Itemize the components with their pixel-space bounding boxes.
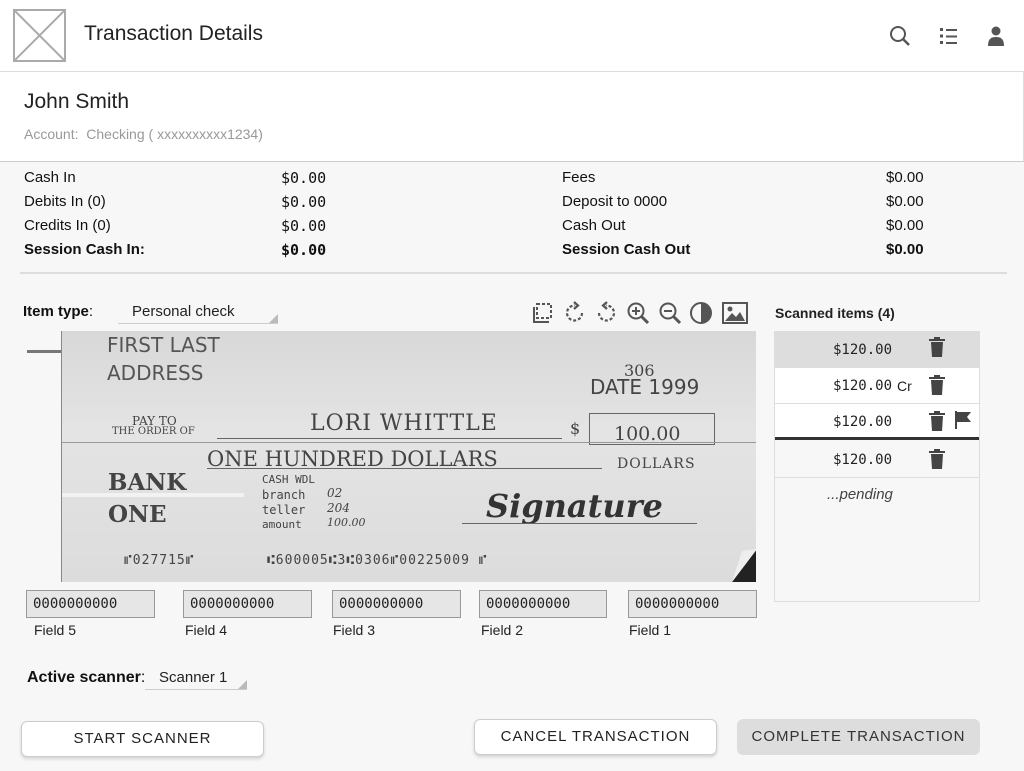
summary-value: $0.00 [281,217,327,235]
item-type-select[interactable]: Personal check [118,302,278,324]
item-type-label: Item type: [23,303,94,320]
summary-value: $0.00 [886,193,924,210]
memo-amount-value: 100.00 [327,516,366,529]
scanned-item-amount: $120.00 [833,378,893,394]
top-bar: Transaction Details [0,0,1024,72]
logo-image [14,10,65,61]
search-icon[interactable] [888,24,912,48]
field-5-label: Field 5 [34,622,77,638]
memo-teller-value: 204 [327,501,350,515]
signature: Signature [486,487,663,525]
summary-value: $0.00 [281,169,327,187]
check-highlight-line [62,493,244,497]
memo-teller-label: teller [262,503,306,517]
check-name-line: FIRST LAST [107,333,220,357]
field-5-input[interactable]: 0000000000 [26,590,155,618]
trash-icon[interactable] [929,337,945,357]
memo-amount-label: amount [262,518,302,531]
image-icon[interactable] [722,300,748,326]
signature-line [462,523,697,524]
scanned-item-row[interactable]: $120.00 [775,404,979,440]
field-3-input[interactable]: 0000000000 [332,590,461,618]
field-1-input[interactable]: 0000000000 [628,590,757,618]
rotate-counterclockwise-icon[interactable] [593,300,619,326]
summary-value: $0.00 [886,169,924,186]
bank-name-line1: BANK [108,469,187,496]
list-icon[interactable] [937,24,961,48]
account-label: Account: [24,126,79,142]
scanned-items-title: Scanned items (4) [775,305,895,321]
scanned-item-amount: $120.00 [833,452,893,468]
logo-placeholder [13,9,66,62]
scanned-item-amount: $120.00 [833,414,893,430]
complete-transaction-button[interactable]: COMPLETE TRANSACTION [737,719,980,755]
memo-branch-value: 02 [327,486,343,500]
page-title: Transaction Details [84,22,263,45]
pending-status: ...pending [827,486,893,503]
payee-name: LORI WHITTLE [310,411,498,436]
account-value: Checking ( xxxxxxxxxx1234) [86,126,263,142]
rotate-clockwise-icon[interactable] [562,300,588,326]
trash-icon[interactable] [929,411,945,431]
section-divider [20,272,1007,274]
field-4-input[interactable]: 0000000000 [183,590,312,618]
zoom-out-icon[interactable] [657,300,683,326]
session-cash-out-label: Session Cash Out [562,241,691,258]
active-scanner-label: Active scanner: [27,669,146,686]
start-scanner-button[interactable]: START SCANNER [21,721,264,757]
summary-label: Cash In [24,169,76,186]
contrast-icon[interactable] [688,300,714,326]
field-3-label: Field 3 [333,622,376,638]
scanned-item-row[interactable]: $120.00 Cr [775,368,979,404]
zoom-in-icon[interactable] [625,300,651,326]
scanned-item-row[interactable]: $120.00 [775,332,979,368]
session-cash-in-label: Session Cash In: [24,241,145,258]
summary-label: Deposit to 0000 [562,193,668,210]
scanner-select[interactable]: Scanner 1 [145,668,247,690]
trash-icon[interactable] [929,449,945,469]
payee-line [217,438,562,439]
written-amount-line [207,468,602,469]
dollar-sign: $ [570,419,581,438]
check-address-line: ADDRESS [107,361,204,385]
summary-label: Debits In (0) [24,193,106,210]
bank-name-line2: ONE [108,501,167,528]
scanned-item-row[interactable]: $120.00 [775,442,979,478]
memo-branch-label: branch [262,488,306,502]
field-2-input[interactable]: 0000000000 [479,590,607,618]
session-cash-in-value: $0.00 [281,241,327,259]
field-1-label: Field 1 [629,622,672,638]
scanned-items-panel: $120.00 $120.00 Cr $120.00 $120.00 ...pe… [774,331,980,602]
session-cash-out-value: $0.00 [886,241,924,258]
account-info: Account: Checking ( xxxxxxxxxx1234) [24,126,263,142]
crop-icon[interactable] [530,300,556,326]
micr-account: ⑆600005⑆3⑆0306⑈00225009 ⑈ [267,553,488,568]
check-curled-corner [732,549,756,582]
user-icon[interactable] [984,24,1008,48]
summary-label: Fees [562,169,596,186]
flag-icon[interactable] [954,411,972,429]
credit-tag: Cr [897,378,912,394]
order-of-label: THE ORDER OF [112,426,195,437]
customer-panel: John Smith Account: Checking ( xxxxxxxxx… [0,72,1024,162]
summary-value: $0.00 [886,217,924,234]
scanned-item-amount: $120.00 [833,342,893,358]
customer-name: John Smith [24,90,130,113]
micr-routing: ⑈027715⑈ [124,553,195,568]
summary-value: $0.00 [281,193,327,211]
summary-label: Credits In (0) [24,217,111,234]
check-date: DATE 1999 [590,375,700,399]
check-rule [62,442,756,443]
field-2-label: Field 2 [481,622,524,638]
field-4-label: Field 4 [185,622,228,638]
memo-line-1: CASH WDL [262,473,315,486]
cancel-transaction-button[interactable]: CANCEL TRANSACTION [474,719,717,755]
dollars-label: DOLLARS [617,456,696,472]
check-image[interactable]: FIRST LAST ADDRESS 306 DATE 1999 PAY TO … [61,331,756,582]
summary-label: Cash Out [562,217,626,234]
trash-icon[interactable] [929,375,945,395]
